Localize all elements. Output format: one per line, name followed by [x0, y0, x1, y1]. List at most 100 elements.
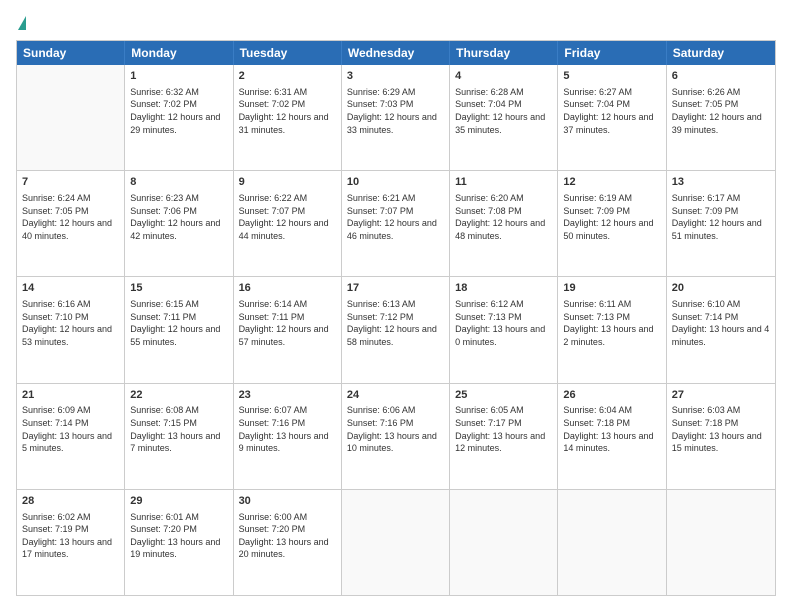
cell-info: Sunrise: 6:23 AM Sunset: 7:06 PM Dayligh…	[130, 192, 227, 242]
cell-info: Sunrise: 6:22 AM Sunset: 7:07 PM Dayligh…	[239, 192, 336, 242]
calendar-cell: 29 Sunrise: 6:01 AM Sunset: 7:20 PM Dayli…	[125, 490, 233, 595]
calendar-cell: 20Sunrise: 6:10 AM Sunset: 7:14 PM Dayli…	[667, 277, 775, 382]
cell-info: Sunrise: 6:00 AM Sunset: 7:20 PM Dayligh…	[239, 511, 336, 561]
day-number: 28	[22, 494, 119, 509]
logo-icon	[18, 16, 26, 30]
calendar-cell	[17, 65, 125, 170]
day-number: 26	[563, 388, 660, 403]
cell-info: Sunrise: 6:14 AM Sunset: 7:11 PM Dayligh…	[239, 298, 336, 348]
calendar-cell: 12 Sunrise: 6:19 AM Sunset: 7:09 PM Dayli…	[558, 171, 666, 276]
cell-info: Sunrise: 6:20 AM Sunset: 7:08 PM Dayligh…	[455, 192, 552, 242]
day-number: 22	[130, 388, 227, 403]
day-number: 8	[130, 175, 227, 190]
cell-info: Sunrise: 6:03 AM Sunset: 7:18 PM Dayligh…	[672, 404, 770, 454]
cell-info: Sunrise: 6:11 AM Sunset: 7:13 PM Dayligh…	[563, 298, 660, 348]
calendar-cell: 15Sunrise: 6:15 AM Sunset: 7:11 PM Dayli…	[125, 277, 233, 382]
cell-info: Sunrise: 6:27 AM Sunset: 7:04 PM Dayligh…	[563, 86, 660, 136]
calendar-header: SundayMondayTuesdayWednesdayThursdayFrid…	[17, 41, 775, 65]
calendar-cell	[342, 490, 450, 595]
day-number: 9	[239, 175, 336, 190]
weekday-header: Sunday	[17, 41, 125, 65]
calendar-cell: 25Sunrise: 6:05 AM Sunset: 7:17 PM Dayli…	[450, 384, 558, 489]
calendar-cell: 4Sunrise: 6:28 AM Sunset: 7:04 PM Daylig…	[450, 65, 558, 170]
calendar-cell	[667, 490, 775, 595]
cell-info: Sunrise: 6:06 AM Sunset: 7:16 PM Dayligh…	[347, 404, 444, 454]
calendar-cell: 10 Sunrise: 6:21 AM Sunset: 7:07 PM Dayli…	[342, 171, 450, 276]
logo	[16, 16, 27, 30]
calendar-row: 28 Sunrise: 6:02 AM Sunset: 7:19 PM Dayli…	[17, 490, 775, 595]
day-number: 20	[672, 281, 770, 296]
calendar-cell: 2 Sunrise: 6:31 AM Sunset: 7:02 PM Daylig…	[234, 65, 342, 170]
calendar-cell: 5 Sunrise: 6:27 AM Sunset: 7:04 PM Daylig…	[558, 65, 666, 170]
calendar-cell: 22Sunrise: 6:08 AM Sunset: 7:15 PM Dayli…	[125, 384, 233, 489]
calendar-cell: 24Sunrise: 6:06 AM Sunset: 7:16 PM Dayli…	[342, 384, 450, 489]
logo-text	[16, 16, 27, 30]
cell-info: Sunrise: 6:32 AM Sunset: 7:02 PM Dayligh…	[130, 86, 227, 136]
calendar-cell: 11Sunrise: 6:20 AM Sunset: 7:08 PM Dayli…	[450, 171, 558, 276]
calendar-cell: 16 Sunrise: 6:14 AM Sunset: 7:11 PM Dayli…	[234, 277, 342, 382]
page: SundayMondayTuesdayWednesdayThursdayFrid…	[0, 0, 792, 612]
day-number: 5	[563, 69, 660, 84]
day-number: 12	[563, 175, 660, 190]
day-number: 29	[130, 494, 227, 509]
calendar-cell: 7Sunrise: 6:24 AM Sunset: 7:05 PM Daylig…	[17, 171, 125, 276]
day-number: 10	[347, 175, 444, 190]
calendar-cell: 14 Sunrise: 6:16 AM Sunset: 7:10 PM Dayli…	[17, 277, 125, 382]
day-number: 27	[672, 388, 770, 403]
day-number: 7	[22, 175, 119, 190]
day-number: 4	[455, 69, 552, 84]
day-number: 17	[347, 281, 444, 296]
cell-info: Sunrise: 6:17 AM Sunset: 7:09 PM Dayligh…	[672, 192, 770, 242]
weekday-header: Tuesday	[234, 41, 342, 65]
calendar-row: 7Sunrise: 6:24 AM Sunset: 7:05 PM Daylig…	[17, 171, 775, 277]
calendar-cell: 28 Sunrise: 6:02 AM Sunset: 7:19 PM Dayli…	[17, 490, 125, 595]
day-number: 18	[455, 281, 552, 296]
calendar-cell: 23Sunrise: 6:07 AM Sunset: 7:16 PM Dayli…	[234, 384, 342, 489]
calendar-row: 14 Sunrise: 6:16 AM Sunset: 7:10 PM Dayli…	[17, 277, 775, 383]
calendar-cell	[450, 490, 558, 595]
cell-info: Sunrise: 6:09 AM Sunset: 7:14 PM Dayligh…	[22, 404, 119, 454]
calendar-cell: 27Sunrise: 6:03 AM Sunset: 7:18 PM Dayli…	[667, 384, 775, 489]
cell-info: Sunrise: 6:31 AM Sunset: 7:02 PM Dayligh…	[239, 86, 336, 136]
cell-info: Sunrise: 6:13 AM Sunset: 7:12 PM Dayligh…	[347, 298, 444, 348]
day-number: 25	[455, 388, 552, 403]
calendar-cell: 17 Sunrise: 6:13 AM Sunset: 7:12 PM Dayli…	[342, 277, 450, 382]
cell-info: Sunrise: 6:05 AM Sunset: 7:17 PM Dayligh…	[455, 404, 552, 454]
calendar-cell: 30 Sunrise: 6:00 AM Sunset: 7:20 PM Dayli…	[234, 490, 342, 595]
weekday-header: Saturday	[667, 41, 775, 65]
cell-info: Sunrise: 6:01 AM Sunset: 7:20 PM Dayligh…	[130, 511, 227, 561]
cell-info: Sunrise: 6:16 AM Sunset: 7:10 PM Dayligh…	[22, 298, 119, 348]
weekday-header: Thursday	[450, 41, 558, 65]
calendar-row: 21Sunrise: 6:09 AM Sunset: 7:14 PM Dayli…	[17, 384, 775, 490]
calendar-row: 1Sunrise: 6:32 AM Sunset: 7:02 PM Daylig…	[17, 65, 775, 171]
day-number: 14	[22, 281, 119, 296]
day-number: 2	[239, 69, 336, 84]
day-number: 30	[239, 494, 336, 509]
calendar-cell: 21Sunrise: 6:09 AM Sunset: 7:14 PM Dayli…	[17, 384, 125, 489]
cell-info: Sunrise: 6:29 AM Sunset: 7:03 PM Dayligh…	[347, 86, 444, 136]
day-number: 24	[347, 388, 444, 403]
cell-info: Sunrise: 6:12 AM Sunset: 7:13 PM Dayligh…	[455, 298, 552, 348]
day-number: 23	[239, 388, 336, 403]
day-number: 19	[563, 281, 660, 296]
cell-info: Sunrise: 6:21 AM Sunset: 7:07 PM Dayligh…	[347, 192, 444, 242]
day-number: 6	[672, 69, 770, 84]
calendar-cell: 9 Sunrise: 6:22 AM Sunset: 7:07 PM Daylig…	[234, 171, 342, 276]
weekday-header: Friday	[558, 41, 666, 65]
day-number: 13	[672, 175, 770, 190]
day-number: 16	[239, 281, 336, 296]
day-number: 15	[130, 281, 227, 296]
cell-info: Sunrise: 6:02 AM Sunset: 7:19 PM Dayligh…	[22, 511, 119, 561]
weekday-header: Monday	[125, 41, 233, 65]
cell-info: Sunrise: 6:07 AM Sunset: 7:16 PM Dayligh…	[239, 404, 336, 454]
cell-info: Sunrise: 6:19 AM Sunset: 7:09 PM Dayligh…	[563, 192, 660, 242]
weekday-header: Wednesday	[342, 41, 450, 65]
calendar-cell: 1Sunrise: 6:32 AM Sunset: 7:02 PM Daylig…	[125, 65, 233, 170]
header	[16, 16, 776, 30]
calendar-cell: 13 Sunrise: 6:17 AM Sunset: 7:09 PM Dayli…	[667, 171, 775, 276]
day-number: 3	[347, 69, 444, 84]
calendar-cell: 6 Sunrise: 6:26 AM Sunset: 7:05 PM Daylig…	[667, 65, 775, 170]
cell-info: Sunrise: 6:08 AM Sunset: 7:15 PM Dayligh…	[130, 404, 227, 454]
cell-info: Sunrise: 6:26 AM Sunset: 7:05 PM Dayligh…	[672, 86, 770, 136]
calendar: SundayMondayTuesdayWednesdayThursdayFrid…	[16, 40, 776, 596]
